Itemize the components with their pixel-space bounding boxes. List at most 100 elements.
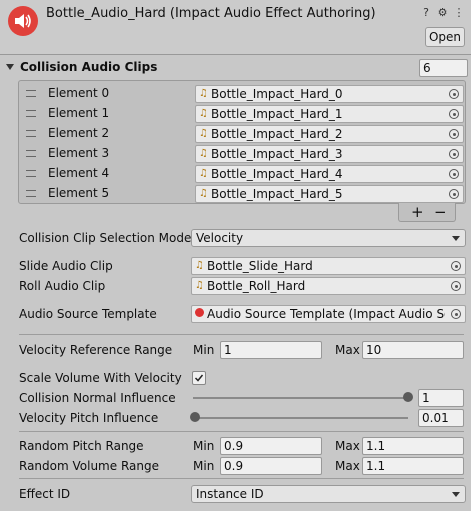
menu-icon[interactable]: ⋮ [453,6,465,19]
collision-clips-foldout[interactable]: Collision Audio Clips [6,60,157,74]
audio-template-field[interactable]: Audio Source Template (Impact Audio Sour [191,305,466,323]
velocity-ref-max-field[interactable]: 10 [362,341,464,359]
object-picker-icon[interactable] [449,89,459,99]
object-picker-icon[interactable] [451,309,461,319]
clip-object-field[interactable]: ♫ Bottle_Impact_Hard_3 [195,145,464,163]
drag-handle-icon[interactable] [26,170,36,177]
normal-influence-field[interactable]: 1 [418,389,464,407]
drag-handle-icon[interactable] [26,110,36,117]
remove-element-button[interactable]: − [434,203,447,221]
effect-id-label: Effect ID [19,487,71,501]
help-icon[interactable]: ? [420,6,432,19]
audio-clip-icon: ♫ [199,168,208,179]
selection-mode-dropdown[interactable]: Velocity [191,229,466,247]
audio-clip-icon: ♫ [199,128,208,139]
slide-clip-label: Slide Audio Clip [19,259,113,273]
slide-clip-value: Bottle_Slide_Hard [207,259,313,273]
audio-clip-icon: ♫ [199,88,208,99]
slide-clip-field[interactable]: ♫ Bottle_Slide_Hard [191,257,466,275]
audio-effect-icon [8,6,38,36]
list-item: Element 5 ♫ Bottle_Impact_Hard_5 [19,183,465,203]
random-pitch-min-label: Min [193,439,215,453]
collision-clips-count-field[interactable]: 6 [419,59,468,77]
dropdown-arrow-icon [452,492,460,497]
object-picker-icon[interactable] [451,281,461,291]
list-add-remove-bar: + − [398,203,456,222]
clip-name: Bottle_Impact_Hard_0 [211,87,343,101]
audio-template-value: Audio Source Template (Impact Audio Sour [207,307,445,321]
slider-thumb[interactable] [190,412,201,422]
element-label: Element 4 [48,166,110,180]
roll-clip-field[interactable]: ♫ Bottle_Roll_Hard [191,277,466,295]
roll-clip-label: Roll Audio Clip [19,279,106,293]
settings-icon[interactable]: ⚙ [437,6,449,19]
clip-object-field[interactable]: ♫ Bottle_Impact_Hard_2 [195,125,464,143]
clip-object-field[interactable]: ♫ Bottle_Impact_Hard_5 [195,185,464,203]
element-label: Element 2 [48,126,110,140]
add-element-button[interactable]: + [411,203,424,221]
random-volume-min-label: Min [193,459,215,473]
asset-title: Bottle_Audio_Hard (Impact Audio Effect A… [46,6,376,21]
audio-clip-icon: ♫ [195,280,204,291]
list-item: Element 0 ♫ Bottle_Impact_Hard_0 [19,83,465,103]
drag-handle-icon[interactable] [26,190,36,197]
roll-clip-value: Bottle_Roll_Hard [207,279,306,293]
collision-clips-title: Collision Audio Clips [20,60,158,74]
checkmark-icon [194,374,204,382]
random-volume-max-field[interactable]: 1.1 [362,457,464,475]
divider [19,334,464,335]
pitch-influence-field[interactable]: 0.01 [418,409,464,427]
pitch-influence-slider[interactable] [193,417,408,419]
velocity-ref-min-label: Min [193,343,215,357]
object-picker-icon[interactable] [451,261,461,271]
random-volume-max-label: Max [335,459,360,473]
velocity-ref-min-field[interactable]: 1 [220,341,322,359]
object-picker-icon[interactable] [449,149,459,159]
slider-thumb[interactable] [403,392,413,402]
collision-clips-list: Element 0 ♫ Bottle_Impact_Hard_0 Element… [18,80,466,204]
divider [19,431,464,432]
clip-name: Bottle_Impact_Hard_4 [211,167,343,181]
random-volume-label: Random Volume Range [19,459,159,473]
chevron-down-icon [6,64,14,70]
object-picker-icon[interactable] [449,129,459,139]
list-item: Element 4 ♫ Bottle_Impact_Hard_4 [19,163,465,183]
open-button[interactable]: Open [425,27,465,47]
object-picker-icon[interactable] [449,169,459,179]
audio-clip-icon: ♫ [199,188,208,199]
audio-template-label: Audio Source Template [19,307,157,321]
pitch-influence-label: Velocity Pitch Influence [19,411,159,425]
clip-name: Bottle_Impact_Hard_5 [211,187,343,201]
clip-object-field[interactable]: ♫ Bottle_Impact_Hard_4 [195,165,464,183]
random-pitch-max-label: Max [335,439,360,453]
drag-handle-icon[interactable] [26,130,36,137]
velocity-ref-label: Velocity Reference Range [19,343,173,357]
clip-object-field[interactable]: ♫ Bottle_Impact_Hard_1 [195,105,464,123]
normal-influence-slider[interactable] [193,397,408,399]
effect-id-value: Instance ID [196,487,264,501]
element-label: Element 3 [48,146,110,160]
selection-mode-value: Velocity [196,231,244,245]
audio-source-icon [195,308,204,317]
scale-volume-checkbox[interactable] [192,371,206,385]
random-pitch-min-field[interactable]: 0.9 [220,437,322,455]
drag-handle-icon[interactable] [26,90,36,97]
selection-mode-label: Collision Clip Selection Mode [19,231,192,245]
random-pitch-max-field[interactable]: 1.1 [362,437,464,455]
normal-influence-label: Collision Normal Influence [19,391,176,405]
random-volume-min-field[interactable]: 0.9 [220,457,322,475]
audio-clip-icon: ♫ [199,148,208,159]
object-picker-icon[interactable] [449,109,459,119]
effect-id-dropdown[interactable]: Instance ID [191,485,466,503]
clip-name: Bottle_Impact_Hard_1 [211,107,343,121]
object-picker-icon[interactable] [449,189,459,199]
divider [19,478,464,479]
drag-handle-icon[interactable] [26,150,36,157]
dropdown-arrow-icon [452,236,460,241]
element-label: Element 1 [48,106,110,120]
element-label: Element 0 [48,86,110,100]
clip-object-field[interactable]: ♫ Bottle_Impact_Hard_0 [195,85,464,103]
element-label: Element 5 [48,186,110,200]
scale-volume-label: Scale Volume With Velocity [19,371,182,385]
clip-name: Bottle_Impact_Hard_2 [211,127,343,141]
